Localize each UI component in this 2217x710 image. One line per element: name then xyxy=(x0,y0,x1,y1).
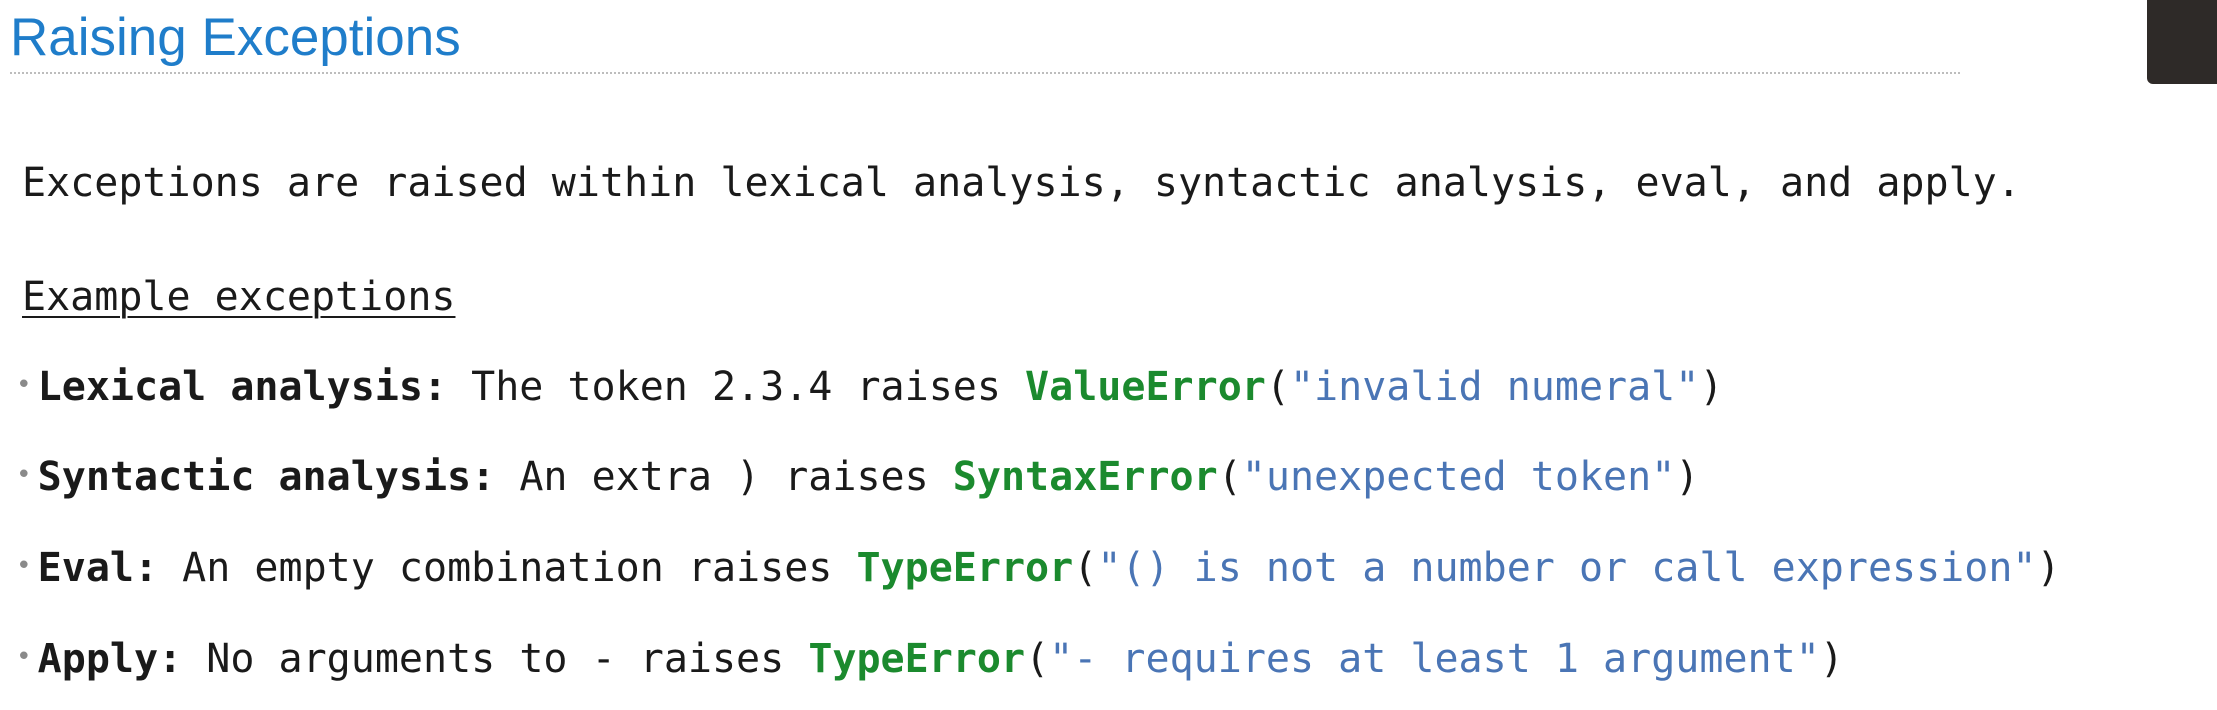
bullet-icon: • xyxy=(16,460,32,490)
bullet-icon: • xyxy=(16,551,32,581)
close-paren: ) xyxy=(1819,636,1844,682)
intro-text: Exceptions are raised within lexical ana… xyxy=(22,160,2021,206)
open-paren: ( xyxy=(1073,545,1098,591)
open-paren: ( xyxy=(1265,364,1290,410)
label-colon: : xyxy=(471,454,496,500)
error-type: TypeError xyxy=(808,636,1026,682)
error-type: ValueError xyxy=(1025,364,1266,410)
label-colon: : xyxy=(158,636,183,682)
item-text: The token 2.3.4 raises xyxy=(447,364,1026,410)
item-text: An extra ) raises xyxy=(495,454,953,500)
close-paren: ) xyxy=(1675,454,1700,500)
label-colon: : xyxy=(422,364,448,410)
item-label: Syntactic analysis xyxy=(37,454,472,500)
item-text: An empty combination raises xyxy=(158,545,857,591)
list-item-eval: • Eval: An empty combination raises TypeE… xyxy=(16,543,2061,598)
close-paren: ) xyxy=(2036,545,2061,591)
error-type: SyntaxError xyxy=(952,454,1218,500)
slide-title: Raising Exceptions xyxy=(10,8,461,67)
list-item-lexical: • Lexical analysis: The token 2.3.4 raise… xyxy=(16,362,1723,417)
item-label: Apply xyxy=(37,636,159,682)
label-colon: : xyxy=(133,545,159,591)
item-label: Lexical analysis xyxy=(37,364,423,410)
list-item-syntactic: • Syntactic analysis: An extra ) raises S… xyxy=(16,452,1699,507)
title-divider xyxy=(10,72,1960,74)
video-thumbnail xyxy=(2147,0,2217,84)
item-text: No arguments to - raises xyxy=(182,636,809,682)
item-label: Eval xyxy=(37,545,134,591)
list-item-apply: • Apply: No arguments to - raises TypeErr… xyxy=(16,634,1844,689)
bullet-icon: • xyxy=(16,642,32,672)
section-subheading: Example exceptions xyxy=(22,274,456,320)
close-paren: ) xyxy=(1699,364,1724,410)
error-message: "- requires at least 1 argument" xyxy=(1049,636,1820,682)
open-paren: ( xyxy=(1025,636,1050,682)
error-message: "() is not a number or call expression" xyxy=(1097,545,2037,591)
bullet-icon: • xyxy=(16,370,32,400)
error-type: TypeError xyxy=(856,545,1074,591)
error-message: "unexpected token" xyxy=(1241,454,1676,500)
open-paren: ( xyxy=(1217,454,1242,500)
error-message: "invalid numeral" xyxy=(1289,364,1700,410)
